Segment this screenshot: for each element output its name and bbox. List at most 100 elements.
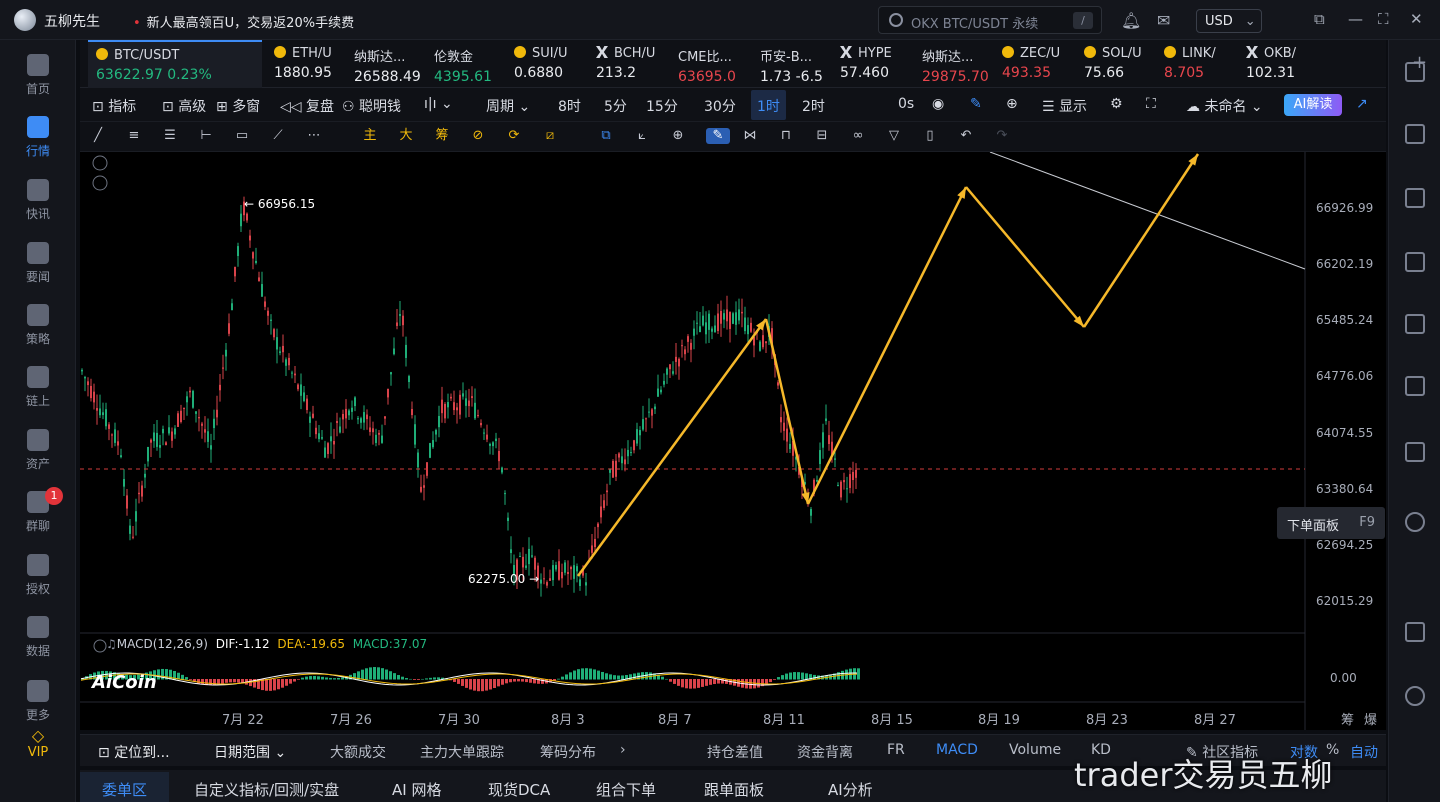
ratio-icon[interactable]: ⊘ [470,128,486,144]
locate-button[interactable]: ⊡ 定位到... [98,742,170,762]
tab-ai-grid[interactable]: AI 网格 [392,779,441,800]
template-icon[interactable]: ⊟ [814,128,830,144]
brush-tool-icon[interactable]: ⟋ [270,128,286,144]
trash-icon[interactable]: ▯ [922,128,938,144]
ai-interpret-button[interactable]: AI解读 [1284,94,1342,116]
headset-icon[interactable] [1405,686,1425,706]
tab-link[interactable]: LINK/8.705 [1156,40,1234,88]
period-15m[interactable]: 15分 [646,96,678,116]
chart-type-select[interactable]: ı|ı ⌄ [424,96,453,112]
fund-divergence-tab[interactable]: 资金背离 [797,742,853,762]
undo-icon[interactable]: ↶ [958,128,974,144]
promo-banner[interactable]: • 新人最高领百U，交易返20%手续费 [133,12,354,31]
tab-orders[interactable]: 委单区 [80,772,170,802]
period-1h[interactable]: 1时 [751,90,786,120]
advanced-button[interactable]: ⊡ 高级 [162,96,206,116]
document-icon[interactable] [1405,124,1425,144]
draw-icon[interactable]: ✎ [970,96,982,112]
settings-icon[interactable]: ⚙ [1110,96,1123,112]
sync-icon[interactable]: ⟳ [506,128,522,144]
period-2h[interactable]: 2时 [802,96,825,116]
nav-data[interactable]: 数据 [0,610,76,666]
tab-cme[interactable]: CME比... 63695.0 [670,40,748,88]
bot-icon[interactable] [1405,442,1425,462]
period-8h[interactable]: 8时 [558,96,581,116]
search-box[interactable]: OKX BTC/USDT 永续 / [878,6,1102,34]
line-tool-icon[interactable]: ╱ [90,128,106,144]
tab-eth[interactable]: ETH/U 1880.95 [266,40,346,88]
bell-icon[interactable]: ♫ [106,637,117,651]
big-order-tool[interactable]: 大 [398,128,414,144]
period-30m[interactable]: 30分 [704,96,736,116]
monitor-icon[interactable] [1405,314,1425,334]
nav-group-chat[interactable]: 群聊 1 [0,485,76,541]
display-button[interactable]: ☰ 显示 [1042,96,1087,116]
nav-strategy[interactable]: 策略 [0,298,76,354]
tab-nasdaq-2[interactable]: 纳斯达... 29875.70 [914,40,994,88]
chip-button[interactable]: 筹 [1341,709,1354,728]
redo-icon[interactable]: ↷ [994,128,1010,144]
liquidation-button[interactable]: 爆 [1364,709,1377,728]
tab-zec[interactable]: ZEC/U 493.35 [994,40,1072,88]
layout-select[interactable]: ☁ 未命名 ⌄ [1186,96,1263,116]
indicators-button[interactable]: ⊡ 指标 [92,96,136,116]
more-tools-icon[interactable]: ⋯ [306,128,322,144]
chip-tool[interactable]: 筹 [434,128,450,144]
tab-spot-dca[interactable]: 现货DCA [488,779,550,800]
big-trades-tab[interactable]: 大额成交 [330,742,386,762]
nav-more[interactable]: 更多 [0,674,76,730]
volume-tab[interactable]: Volume [1009,742,1061,758]
minimize-icon[interactable]: — [1348,10,1363,28]
chip-distribution-tab[interactable]: 筹码分布 [540,742,596,762]
tab-sui[interactable]: SUI/U 0.6880 [506,40,586,88]
date-range-select[interactable]: 日期范围 ⌄ [214,742,286,762]
order-panel-button[interactable]: 下单面板 F9 [1277,507,1385,539]
macd-legend[interactable]: ♫MACD(12,26,9) DIF:-1.12 DEA:-19.65 MACD… [92,637,427,651]
fullscreen-icon[interactable]: ⛶ [1146,96,1156,112]
add-tab-icon[interactable]: + [1412,52,1427,73]
nav-assets[interactable]: 资产 [0,423,76,479]
rect-tool-icon[interactable]: ▭ [234,128,250,144]
zoom-icon[interactable]: ⊕ [670,128,686,144]
lock-icon[interactable]: ⊓ [778,128,794,144]
oi-diff-tab[interactable]: 持仓差值 [707,742,763,762]
period-5m[interactable]: 5分 [604,96,627,116]
popout-icon[interactable]: ⧉ [1314,10,1325,28]
nav-market[interactable]: 行情 [0,110,76,166]
layout-icon[interactable] [1405,622,1425,642]
copy-icon[interactable]: ⧉ [598,128,614,144]
bell-icon[interactable]: 🔔︎ [1121,11,1141,30]
nav-authorize[interactable]: 授权 [0,548,76,604]
multi-window-button[interactable]: ⊞ 多窗 [216,96,260,116]
ruler-icon[interactable]: ⟀ [634,128,650,144]
etf-icon[interactable] [1405,376,1425,396]
tab-btc-usdt[interactable]: BTC/USDT 63622.97 0.23% [88,40,262,88]
mail-icon[interactable]: ✉︎ [1157,11,1170,30]
magnet-icon[interactable]: ⋈ [742,128,758,144]
pen-icon[interactable]: ✎ [706,128,730,144]
nav-headlines[interactable]: 要闻 [0,236,76,292]
smart-money-button[interactable]: ⚇ 聪明钱 [342,96,401,116]
tab-binance-b[interactable]: 币安-B... 1.73 -6.5 [752,40,832,88]
currency-select[interactable]: USD ⌄ [1196,9,1262,33]
auto-toggle[interactable]: 自动 [1350,742,1378,762]
period-select[interactable]: 周期 ⌄ [486,96,530,116]
replay-button[interactable]: ◁◁ 复盘 [280,96,334,116]
hline-tool-icon[interactable]: ≡ [126,128,142,144]
filter-icon[interactable]: ▽ [886,128,902,144]
ray-tool-icon[interactable]: ⊢ [198,128,214,144]
add-window-icon[interactable]: ⊕ [1006,96,1018,112]
maximize-icon[interactable]: ⛶ [1378,10,1389,28]
nav-home[interactable]: 首页 [0,48,76,104]
tab-okb[interactable]: OKB/102.31 [1238,40,1310,88]
split-icon[interactable]: ⧄ [542,128,558,144]
dollar-icon[interactable] [1405,188,1425,208]
exchange-icon[interactable] [1405,512,1425,532]
tab-combo-order[interactable]: 组合下单 [596,779,656,800]
trend-icon[interactable] [1405,252,1425,272]
link-icon[interactable]: ∞ [850,128,866,144]
macd-tab[interactable]: MACD [936,742,978,758]
tab-copy-trade[interactable]: 跟单面板 [704,779,764,800]
fr-tab[interactable]: FR [887,742,905,758]
tab-london-gold[interactable]: 伦敦金 4395.61 [426,40,506,88]
